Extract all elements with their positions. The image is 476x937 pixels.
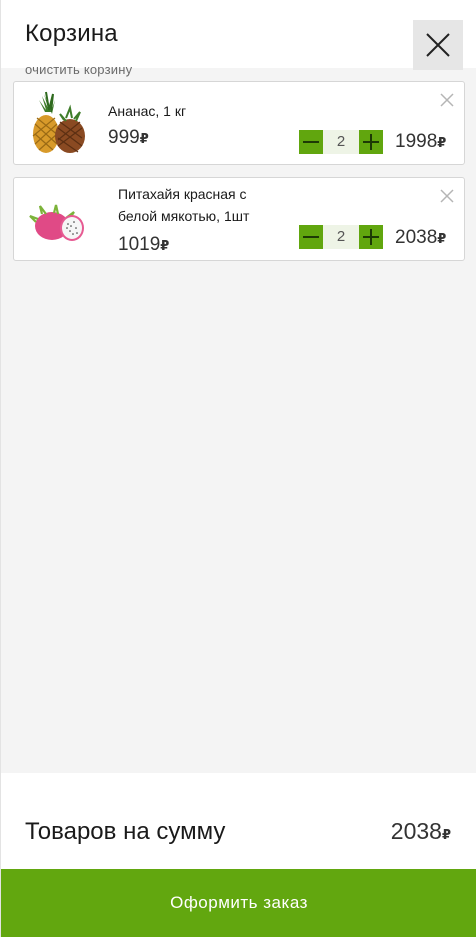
sum-label: Товаров на сумму <box>25 818 226 845</box>
minus-icon <box>303 236 319 238</box>
item-price: 1019₽ <box>118 234 170 255</box>
dragonfruit-image <box>29 204 84 241</box>
sum-value: 2038₽ <box>390 818 451 844</box>
increase-button[interactable] <box>359 225 383 249</box>
cart-summary: Товаров на сумму 2038₽ <box>1 773 476 869</box>
cart-title: Корзина <box>25 20 118 47</box>
decrease-button[interactable] <box>299 225 323 249</box>
item-price: 999₽ <box>108 127 149 148</box>
quantity-value[interactable]: 2 <box>323 225 359 249</box>
quantity-stepper: 2 <box>299 130 383 154</box>
increase-button[interactable] <box>359 130 383 154</box>
cart-item: Ананас, 1 кг 999₽ 2 1998₽ <box>13 81 465 165</box>
item-name: Питахайя красная с белой мякотью, 1шт <box>118 186 250 224</box>
close-icon <box>426 33 450 57</box>
remove-item-icon[interactable] <box>440 93 454 107</box>
quantity-value[interactable]: 2 <box>323 130 359 154</box>
item-total: 2038₽ <box>395 227 447 248</box>
minus-icon <box>303 141 319 143</box>
item-name: Ананас, 1 кг <box>108 103 187 119</box>
quantity-stepper: 2 <box>299 225 383 249</box>
checkout-button[interactable]: Оформить заказ <box>1 869 476 937</box>
pineapple-image <box>32 91 85 153</box>
close-button[interactable] <box>413 20 463 70</box>
plus-icon <box>363 229 379 245</box>
plus-icon <box>363 134 379 150</box>
remove-item-icon[interactable] <box>440 189 454 203</box>
item-total: 1998₽ <box>395 131 447 152</box>
cart-header: Корзина <box>1 0 476 70</box>
clear-cart-link[interactable]: очистить корзину <box>25 62 132 77</box>
cart-panel: Корзина очистить корзину Ананас, 1 кг 99… <box>0 0 476 937</box>
decrease-button[interactable] <box>299 130 323 154</box>
cart-item: Питахайя красная с белой мякотью, 1шт 10… <box>13 177 465 261</box>
